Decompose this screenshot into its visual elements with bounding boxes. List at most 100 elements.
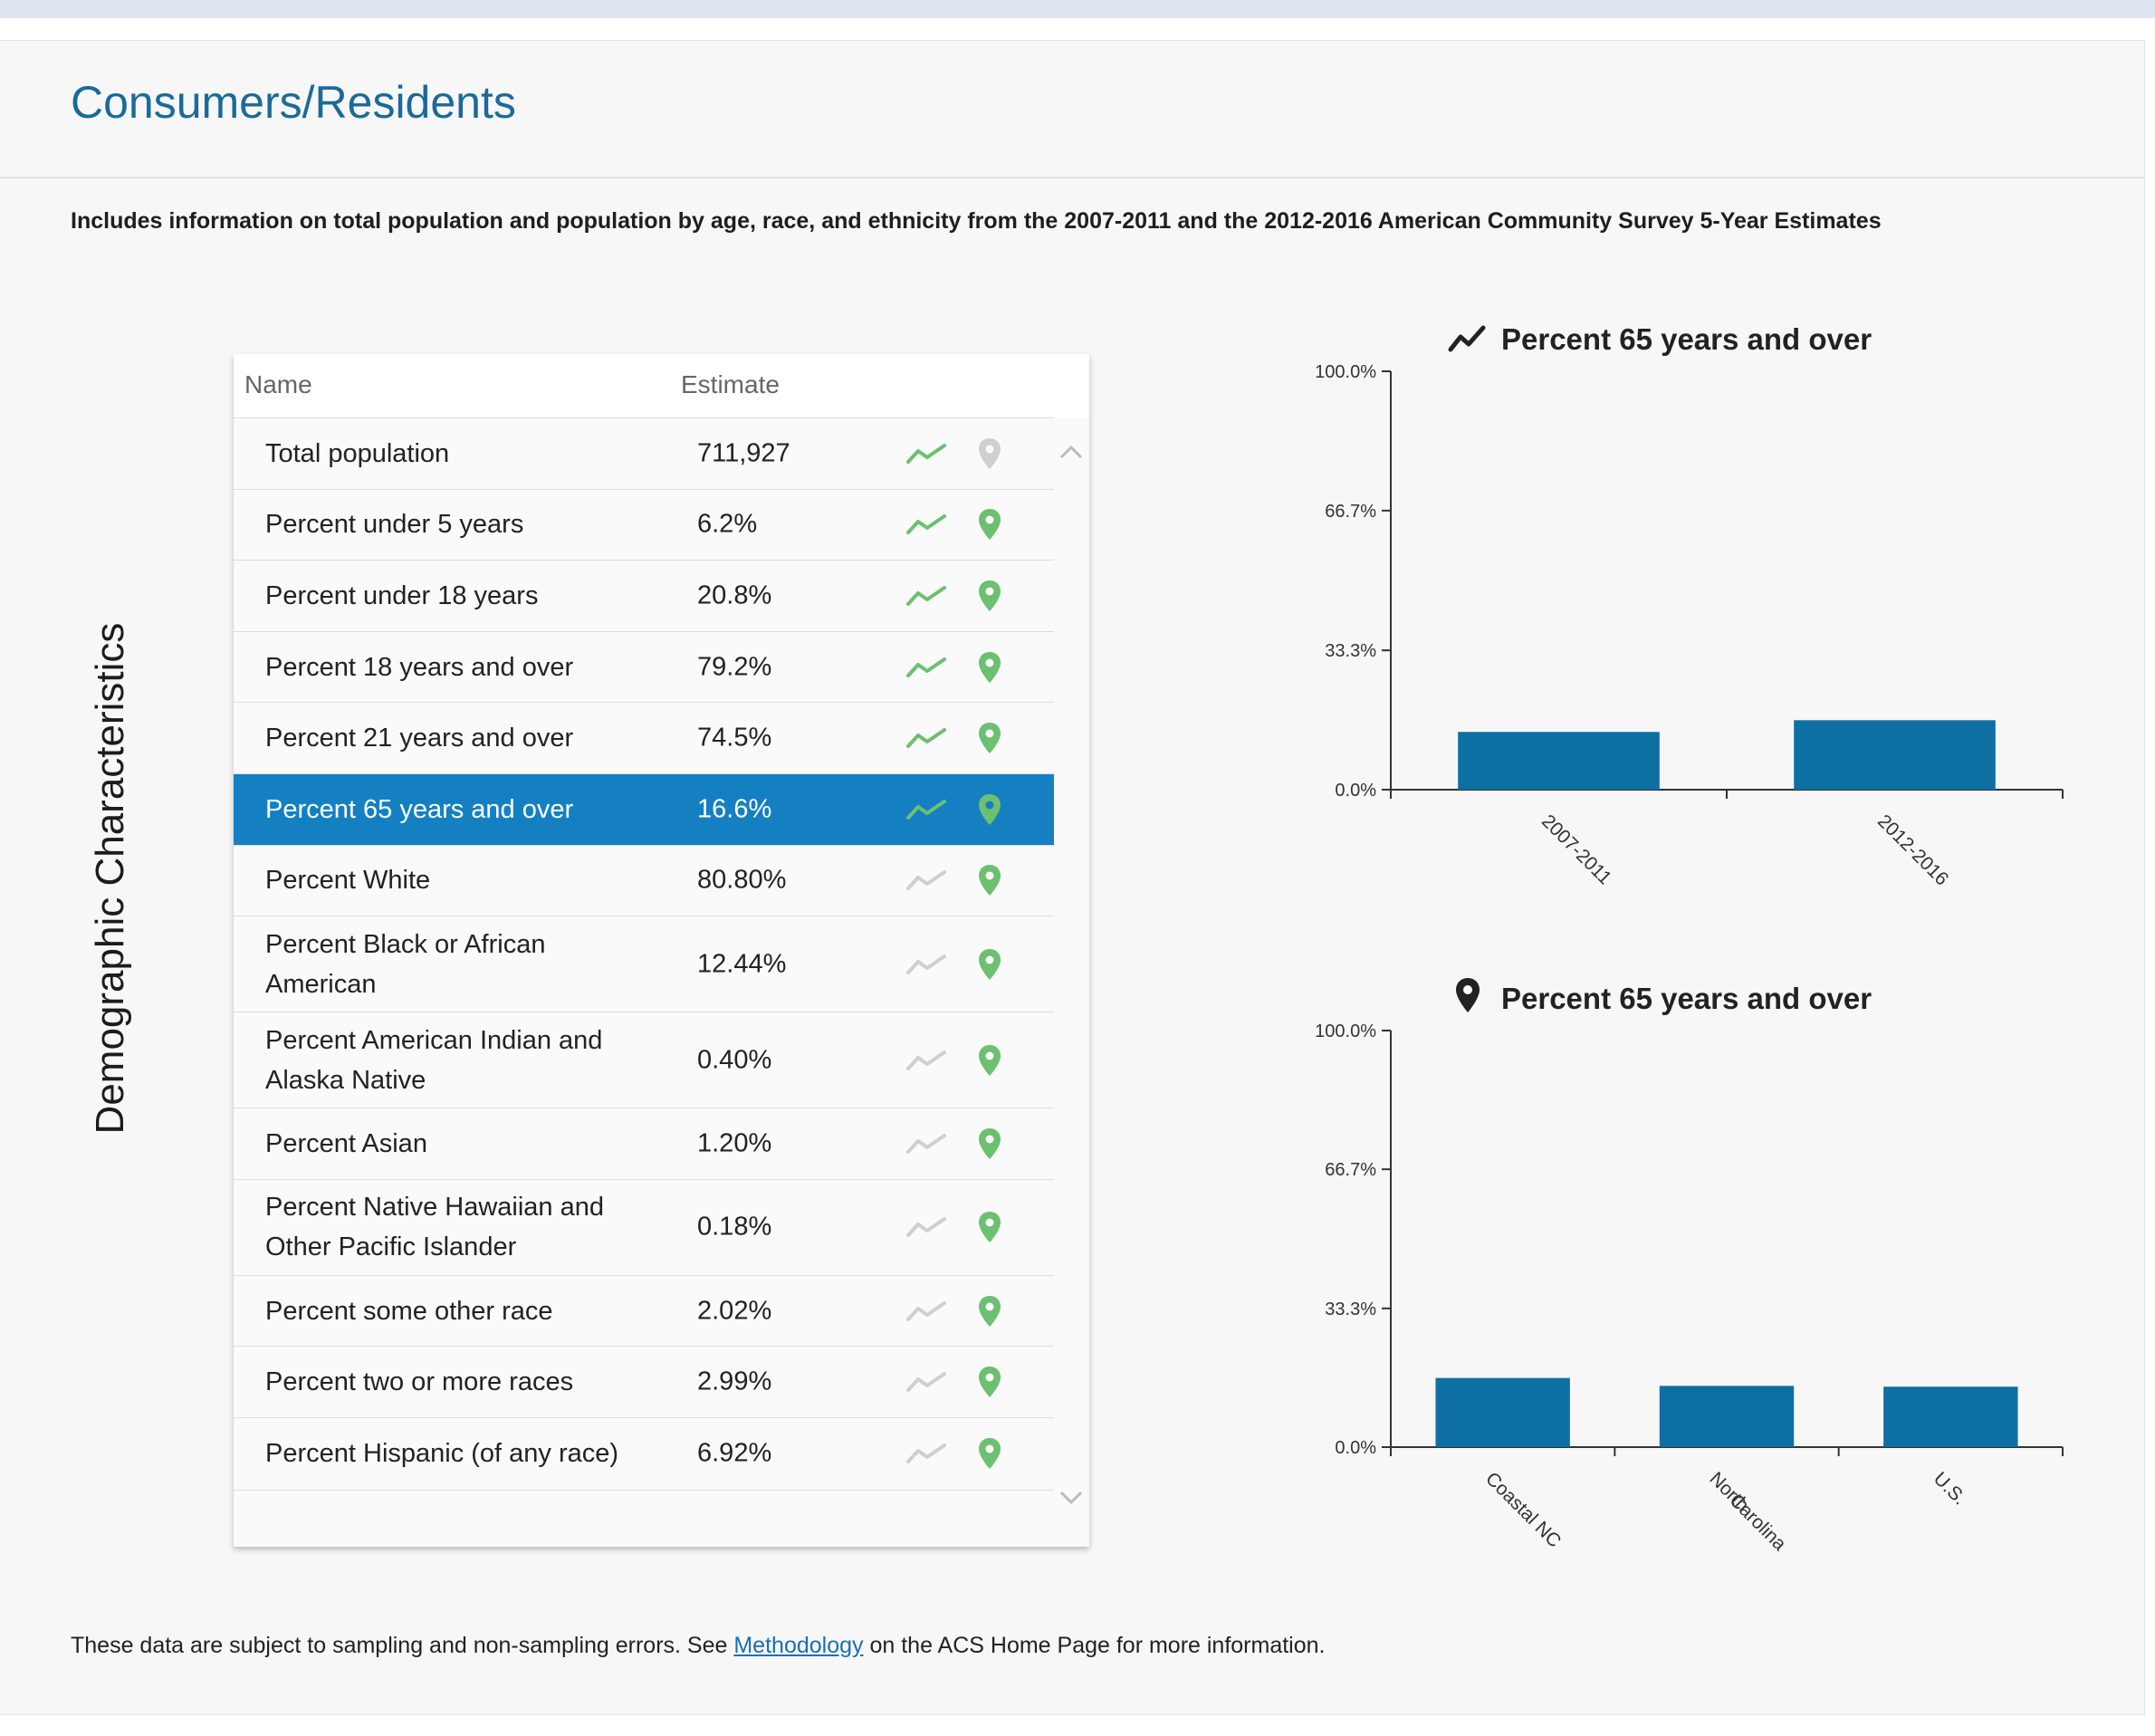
trend-chart-plot: 100.0% 66.7% 33.3% 0.0% 2007-2011 2012-2016 bbox=[1315, 362, 2064, 890]
table-row[interactable]: Percent White 80.80% bbox=[234, 844, 1054, 916]
table-row[interactable]: Percent American Indian and Alaska Nativ… bbox=[234, 1012, 1054, 1108]
row-estimate: 79.2% bbox=[697, 652, 772, 682]
map-pin-icon[interactable] bbox=[976, 1436, 1003, 1471]
row-name: Percent Black or African American bbox=[265, 929, 546, 999]
table-row[interactable]: Percent Black or African American 12.44% bbox=[234, 916, 1054, 1012]
row-name: Total population bbox=[265, 438, 450, 468]
row-estimate: 12.44% bbox=[697, 949, 787, 979]
map-pin-icon[interactable] bbox=[976, 863, 1003, 897]
data-table: Name Estimate Total population 711,927 Per… bbox=[234, 354, 1089, 1547]
map-pin-icon[interactable] bbox=[976, 1294, 1003, 1328]
trend-line-icon[interactable] bbox=[905, 726, 947, 750]
row-name: Percent two or more races bbox=[265, 1367, 574, 1397]
map-pin-icon[interactable] bbox=[976, 507, 1003, 542]
row-name: Percent under 18 years bbox=[265, 580, 539, 610]
trend-line-icon[interactable] bbox=[905, 442, 947, 465]
row-estimate: 6.2% bbox=[697, 509, 758, 539]
trend-line-icon bbox=[906, 1133, 946, 1154]
row-name: Percent under 5 years bbox=[265, 510, 524, 540]
chart-bar bbox=[1883, 1386, 2018, 1447]
map-pin-icon[interactable] bbox=[976, 1043, 1003, 1078]
table-row[interactable]: Percent under 18 years 20.8% bbox=[234, 560, 1054, 631]
table-row[interactable]: Percent 21 years and over 74.5% bbox=[234, 702, 1054, 773]
geography-chart: Percent 65 years and over 100.0% 66.7% 33.… bbox=[1295, 976, 2092, 1565]
table-row[interactable]: Percent 18 years and over 79.2% bbox=[234, 630, 1054, 703]
x-tick-label: Coastal NC bbox=[1481, 1468, 1565, 1551]
map-pin-icon[interactable] bbox=[976, 721, 1003, 755]
column-header-estimate: Estimate bbox=[681, 370, 780, 398]
footer-text-after: on the ACS Home Page for more informatio… bbox=[863, 1633, 1326, 1658]
trend-line-icon[interactable] bbox=[905, 584, 947, 608]
table-row[interactable]: Percent Native Hawaiian and Other Pacifi… bbox=[234, 1178, 1054, 1275]
row-estimate: 74.5% bbox=[697, 723, 772, 753]
map-pin-icon[interactable] bbox=[976, 650, 1003, 685]
row-estimate: 2.02% bbox=[697, 1296, 772, 1326]
row-name: Percent Asian bbox=[265, 1128, 427, 1158]
row-estimate: 16.6% bbox=[697, 794, 772, 824]
row-name: Percent 65 years and over bbox=[265, 794, 574, 824]
row-estimate: 6.92% bbox=[697, 1438, 772, 1468]
section-side-label: Demographic Characteristics bbox=[88, 622, 132, 1135]
chevron-down-icon[interactable] bbox=[1056, 1482, 1087, 1512]
y-tick-label: 33.3% bbox=[1325, 641, 1376, 661]
table-bottom-rule bbox=[234, 1490, 1054, 1491]
map-pin-icon[interactable] bbox=[976, 1365, 1003, 1399]
table-row[interactable]: Percent two or more races 2.99% bbox=[234, 1346, 1054, 1417]
row-estimate: 20.8% bbox=[697, 580, 772, 610]
trend-line-icon bbox=[906, 954, 946, 974]
x-tick-label: 2012-2016 bbox=[1873, 810, 1952, 889]
table-row[interactable]: Percent some other race 2.02% bbox=[234, 1274, 1054, 1347]
trend-line-icon bbox=[906, 1217, 946, 1238]
column-header-name: Name bbox=[244, 370, 312, 398]
y-tick-label: 100.0% bbox=[1315, 1021, 1376, 1041]
title-divider bbox=[0, 177, 2144, 178]
map-pin-icon[interactable] bbox=[976, 1127, 1003, 1161]
row-name: Percent some other race bbox=[265, 1296, 553, 1326]
table-body: Total population 711,927 Percent under 5 y… bbox=[234, 417, 1058, 1489]
y-tick-label: 0.0% bbox=[1335, 1438, 1376, 1458]
map-pin-icon[interactable] bbox=[976, 1210, 1003, 1244]
table-row[interactable]: Percent Hispanic (of any race) 6.92% bbox=[234, 1416, 1054, 1489]
row-name: Percent White bbox=[265, 866, 431, 896]
chart-bar bbox=[1435, 1377, 1570, 1447]
trend-line-icon bbox=[906, 1300, 946, 1321]
y-tick-label: 0.0% bbox=[1335, 781, 1376, 801]
chevron-up-icon[interactable] bbox=[1056, 437, 1087, 468]
chart-bar bbox=[1794, 720, 1996, 790]
trend-chart: Percent 65 years and over 100.0% 66.7% 33.… bbox=[1295, 317, 2092, 906]
row-name: Percent American Indian and Alaska Nativ… bbox=[265, 1025, 603, 1095]
trend-line-icon bbox=[906, 870, 946, 891]
row-name: Percent Native Hawaiian and Other Pacifi… bbox=[265, 1193, 604, 1262]
browser-top-strip bbox=[0, 0, 2155, 18]
table-row[interactable]: Percent under 5 years 6.2% bbox=[234, 488, 1054, 561]
trend-line-icon bbox=[906, 1372, 946, 1393]
chart-bar bbox=[1659, 1386, 1795, 1447]
table-row[interactable]: Percent Asian 1.20% bbox=[234, 1108, 1054, 1179]
row-estimate: 0.40% bbox=[697, 1045, 772, 1075]
row-estimate: 1.20% bbox=[697, 1128, 772, 1158]
trend-line-icon bbox=[906, 1443, 946, 1463]
footer-note: These data are subject to sampling and n… bbox=[71, 1633, 1326, 1659]
row-estimate: 0.18% bbox=[697, 1212, 772, 1242]
map-pin-icon[interactable] bbox=[976, 579, 1003, 613]
footer-text-before: These data are subject to sampling and n… bbox=[71, 1633, 734, 1658]
row-name: Percent Hispanic (of any race) bbox=[265, 1438, 619, 1468]
trend-line-icon[interactable] bbox=[905, 656, 947, 679]
table-row[interactable]: Percent 65 years and over 16.6% bbox=[234, 772, 1054, 845]
y-tick-label: 66.7% bbox=[1325, 502, 1376, 522]
trend-line-icon[interactable] bbox=[905, 798, 947, 821]
table-row[interactable]: Total population 711,927 bbox=[234, 417, 1054, 489]
y-tick-label: 66.7% bbox=[1325, 1160, 1376, 1180]
row-name: Percent 21 years and over bbox=[265, 724, 574, 753]
row-name: Percent 18 years and over bbox=[265, 652, 574, 682]
map-pin-icon[interactable] bbox=[976, 792, 1003, 827]
page-title: Consumers/Residents bbox=[71, 77, 516, 128]
trend-line-icon bbox=[906, 1050, 946, 1070]
row-estimate: 80.80% bbox=[697, 865, 787, 895]
table-header: Name Estimate bbox=[234, 354, 1089, 417]
x-tick-label: 2007-2011 bbox=[1537, 810, 1615, 888]
methodology-link[interactable]: Methodology bbox=[733, 1633, 863, 1658]
map-pin-icon[interactable] bbox=[976, 947, 1003, 982]
trend-line-icon[interactable] bbox=[905, 513, 947, 536]
chart-bar bbox=[1458, 732, 1660, 790]
